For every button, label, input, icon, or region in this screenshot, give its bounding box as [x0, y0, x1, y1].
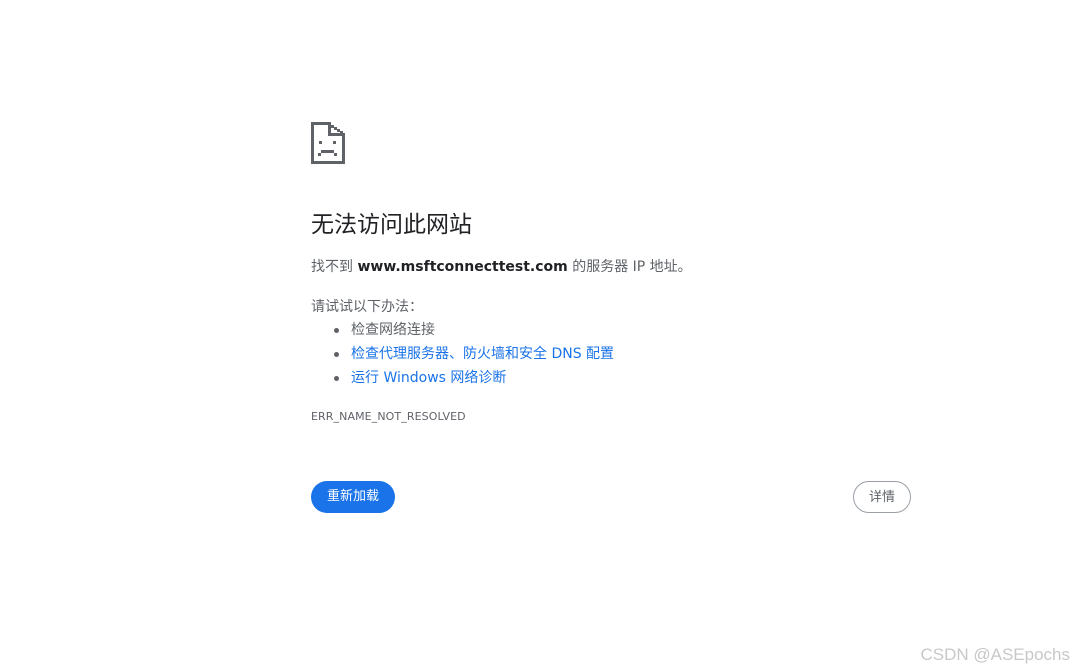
- bullet-icon: [334, 328, 339, 333]
- bullet-icon: [334, 376, 339, 381]
- suggestion-check-proxy[interactable]: 检查代理服务器、防火墙和安全 DNS 配置: [311, 343, 614, 367]
- suggestions-list: 检查网络连接 检查代理服务器、防火墙和安全 DNS 配置 运行 Windows …: [311, 319, 614, 391]
- bullet-icon: [334, 352, 339, 357]
- suggestion-link[interactable]: 运行 Windows 网络诊断: [351, 370, 506, 386]
- host-name: www.msftconnecttest.com: [357, 259, 568, 275]
- watermark-text: CSDN @ASEpochs: [920, 645, 1070, 664]
- suggestion-run-diagnostics[interactable]: 运行 Windows 网络诊断: [311, 367, 614, 391]
- error-subtitle: 找不到 www.msftconnecttest.com 的服务器 IP 地址。: [311, 256, 692, 278]
- subtitle-prefix: 找不到: [311, 259, 358, 275]
- error-title: 无法访问此网站: [311, 212, 472, 238]
- suggestions-heading: 请试试以下办法：: [311, 299, 423, 315]
- sad-page-icon: [311, 122, 345, 164]
- reload-button[interactable]: 重新加载: [311, 481, 396, 513]
- subtitle-suffix: 的服务器 IP 地址。: [567, 259, 692, 275]
- suggestion-check-connection: 检查网络连接: [311, 319, 614, 343]
- suggestion-link[interactable]: 检查代理服务器、防火墙和安全 DNS 配置: [351, 346, 614, 362]
- error-code: ERR_NAME_NOT_RESOLVED: [311, 410, 466, 423]
- error-page: 无法访问此网站 找不到 www.msftconnecttest.com 的服务器…: [0, 0, 1074, 671]
- details-button[interactable]: 详情: [852, 481, 911, 513]
- suggestion-label: 检查网络连接: [351, 322, 435, 338]
